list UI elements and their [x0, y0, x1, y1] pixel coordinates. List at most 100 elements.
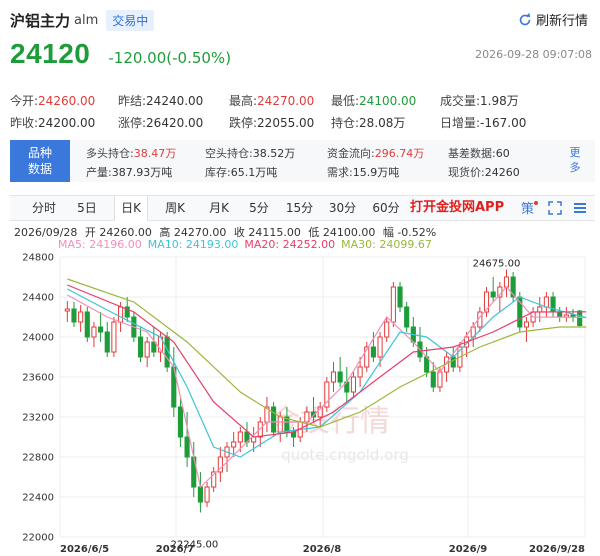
more-label-line1: 更 — [569, 146, 581, 159]
settings-icon[interactable] — [572, 200, 588, 216]
tab-5[interactable]: 5分 — [246, 196, 272, 220]
candle-body — [404, 306, 410, 328]
stat-value: 24240.00 — [146, 94, 204, 108]
candle-body — [91, 326, 97, 338]
y-tick-label: 22800 — [22, 453, 54, 464]
x-tick-label: 2026/9/28 — [529, 544, 585, 555]
tab-4[interactable]: 月K — [199, 196, 239, 220]
x-tick-label: 2026/8 — [303, 544, 341, 555]
strategy-icon[interactable]: 策 — [520, 200, 538, 216]
candle-body — [557, 311, 563, 318]
candle-body — [523, 321, 530, 328]
x-tick-label: 2026/6/5 — [60, 544, 109, 555]
period-tabs: 分时 5日 日K 周K 月K 5分 15分 30分 60分 打开金投网APP 策 — [10, 195, 595, 221]
candle-body — [430, 371, 436, 388]
quote-row: 24120 -120.00(-0.50%) 2026-09-28 09:07:0… — [10, 38, 592, 72]
candle-body — [377, 336, 383, 358]
candle-body — [111, 321, 117, 353]
kline-chart[interactable]: 24800 24400 24000 23600 23200 22800 22400 22000… — [0, 248, 600, 556]
variety-data-tag-line1: 品种 — [27, 146, 52, 160]
variety-data-label: 多头持仓: — [86, 147, 134, 160]
x-tick-label: 2026/7 — [156, 544, 194, 555]
candle-body — [577, 310, 583, 326]
stat-value: 26420.00 — [146, 116, 204, 130]
fullscreen-icon[interactable] — [547, 200, 563, 216]
candle-body — [78, 311, 84, 323]
variety-data-value: 387.93万吨 — [111, 166, 173, 179]
variety-data-value: 38.47万 — [133, 147, 177, 160]
svg-text:策: 策 — [521, 201, 534, 216]
variety-data-value: 65.1万吨 — [230, 166, 278, 179]
candle-body — [350, 376, 357, 393]
stat-item: 成交量:1.98万 — [440, 92, 519, 109]
refresh-label: 刷新行情 — [535, 14, 588, 29]
stat-label: 今开: — [10, 94, 39, 108]
open-app-link[interactable]: 打开金投网APP — [410, 196, 504, 220]
variety-data-label: 产量: — [86, 166, 112, 179]
candle-body — [237, 431, 243, 443]
candle-body — [503, 276, 510, 288]
variety-data-label: 库存: — [205, 166, 231, 179]
candle-body — [384, 321, 390, 338]
candle-body — [137, 336, 144, 358]
variety-data-item: 产量:387.93万吨 — [86, 164, 172, 180]
title-bar: 沪铝主力 alm 交易中 刷新行情 — [10, 8, 592, 32]
status-badge: 交易中 — [106, 9, 155, 31]
variety-data-panel: 品种 数据 多头持仓:38.47万 空头持仓:38.52万 资金流向:296.74万… — [10, 140, 595, 182]
tab-0[interactable]: 分时 — [24, 196, 64, 220]
candle-body — [231, 441, 237, 448]
stat-item: 最高:24270.00 — [229, 92, 314, 109]
price-change: -120.00(-0.50%) — [108, 49, 232, 67]
tab-6[interactable]: 15分 — [283, 196, 316, 220]
stat-label: 成交量: — [440, 94, 481, 108]
stat-item: 今开:24260.00 — [10, 92, 95, 109]
variety-data-label: 需求: — [327, 166, 353, 179]
more-button[interactable]: 更 多 — [569, 145, 581, 175]
candle-body — [337, 371, 343, 383]
stat-item: 昨结:24240.00 — [118, 92, 203, 109]
variety-data-value: 15.9万吨 — [352, 166, 400, 179]
stat-item: 最低:24100.00 — [331, 92, 416, 109]
variety-data-label: 资金流向: — [327, 147, 375, 160]
stat-value: 24100.00 — [359, 94, 417, 108]
variety-data-item: 空头持仓:38.52万 — [205, 145, 295, 161]
stat-item: 跌停:22055.00 — [229, 114, 314, 131]
tab-1[interactable]: 5日 — [70, 196, 104, 220]
stat-label: 昨结: — [118, 94, 147, 108]
stats-panel: 今开:24260.00 昨结:24240.00 最高:24270.00 最低:2410… — [10, 92, 595, 136]
variety-data-value: 296.74万 — [374, 147, 425, 160]
last-price: 24120 — [10, 38, 91, 69]
tab-3[interactable]: 周K — [157, 196, 193, 220]
candle-body — [397, 286, 403, 308]
stat-item: 涨停:26420.00 — [118, 114, 203, 131]
y-tick-label: 24400 — [22, 293, 54, 304]
variety-data-item: 资金流向:296.74万 — [327, 145, 424, 161]
stats-row: 今开:24260.00 昨结:24240.00 最高:24270.00 最低:2410… — [10, 92, 595, 114]
stat-item: 持仓:28.08万 — [331, 114, 405, 131]
candle-body — [71, 308, 77, 323]
variety-data-value: 38.52万 — [252, 147, 296, 160]
tab-8[interactable]: 60分 — [367, 196, 405, 220]
variety-data-item: 需求:15.9万吨 — [327, 164, 399, 180]
tab-2[interactable]: 日K — [114, 196, 148, 221]
refresh-button[interactable]: 刷新行情 — [518, 10, 588, 29]
candle-body — [330, 371, 337, 383]
stat-label: 昨收: — [10, 116, 39, 130]
y-tick-label: 24000 — [22, 333, 54, 344]
tab-7[interactable]: 30分 — [326, 196, 359, 220]
stat-value: -167.00 — [480, 116, 527, 130]
quote-timestamp: 2026-09-28 09:07:08 — [475, 48, 592, 61]
instrument-name: 沪铝主力 — [10, 11, 71, 30]
variety-data-tag[interactable]: 品种 数据 — [10, 140, 70, 182]
candle-body — [271, 406, 277, 433]
instrument-code: alm — [74, 12, 99, 28]
refresh-icon — [519, 12, 531, 25]
candle-body — [177, 406, 184, 438]
more-label-line2: 多 — [569, 161, 581, 174]
candle-body — [450, 356, 456, 368]
candle-body — [537, 306, 543, 313]
stat-value: 24200.00 — [38, 116, 96, 130]
variety-data-item: 多头持仓:38.47万 — [86, 145, 176, 161]
candle-body — [84, 311, 90, 338]
stat-value: 24270.00 — [257, 94, 315, 108]
